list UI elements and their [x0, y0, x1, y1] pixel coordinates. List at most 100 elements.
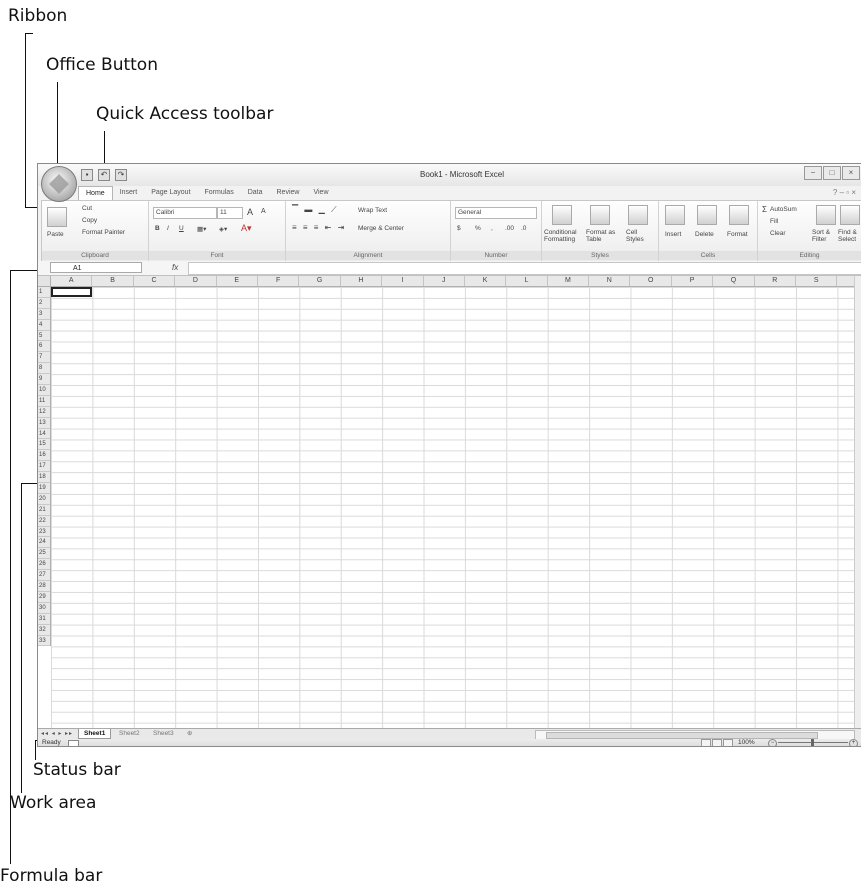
column-header[interactable]: O [630, 276, 672, 286]
column-header[interactable]: A [51, 276, 93, 286]
zoom-out-icon[interactable]: − [768, 739, 777, 746]
column-header[interactable]: R [755, 276, 797, 286]
format-table-button[interactable]: Format as Table [586, 229, 620, 243]
row-header[interactable]: 7 [38, 352, 50, 364]
row-header[interactable]: 27 [38, 570, 50, 582]
font-color-icon[interactable]: A▾ [241, 223, 252, 234]
merge-center-button[interactable]: Merge & Center [358, 225, 404, 232]
grow-font-button[interactable]: A [247, 207, 253, 217]
borders-icon[interactable]: ▦▾ [197, 225, 206, 233]
cell-styles-icon[interactable] [628, 205, 648, 225]
paste-button[interactable]: Paste [47, 231, 64, 238]
row-header[interactable]: 16 [38, 450, 50, 462]
maximize-button[interactable]: □ [823, 166, 841, 180]
row-header[interactable]: 8 [38, 363, 50, 375]
align-left-icons[interactable]: ≡ ≡ ≡ ⇤ ⇥ [292, 223, 346, 232]
row-header[interactable]: 24 [38, 537, 50, 549]
undo-icon[interactable]: ↶ [98, 169, 110, 181]
shrink-font-button[interactable]: A [261, 208, 266, 215]
insert-button[interactable]: Insert [665, 231, 681, 238]
column-header[interactable]: B [92, 276, 134, 286]
column-header[interactable]: M [548, 276, 590, 286]
row-header[interactable]: 25 [38, 548, 50, 560]
row-header[interactable]: 6 [38, 341, 50, 353]
close-button[interactable]: × [842, 166, 860, 180]
row-header[interactable]: 14 [38, 429, 50, 440]
column-header[interactable]: Q [713, 276, 755, 286]
cell-styles-button[interactable]: Cell Styles [626, 229, 652, 243]
tab-insert[interactable]: Insert [113, 186, 145, 200]
insert-cells-icon[interactable] [665, 205, 685, 225]
normal-view-button[interactable] [701, 739, 711, 746]
zoom-in-icon[interactable]: + [849, 739, 858, 746]
conditional-formatting-button[interactable]: Conditional Formatting [544, 229, 582, 243]
formula-input[interactable] [188, 262, 861, 275]
wrap-text-button[interactable]: Wrap Text [358, 207, 387, 214]
find-select-icon[interactable] [840, 205, 860, 225]
tab-data[interactable]: Data [241, 186, 270, 200]
tab-home[interactable]: Home [78, 186, 113, 201]
delete-cells-icon[interactable] [697, 205, 717, 225]
active-cell[interactable] [51, 287, 92, 297]
tab-formulas[interactable]: Formulas [198, 186, 241, 200]
tab-page-layout[interactable]: Page Layout [144, 186, 197, 200]
row-header[interactable]: 10 [38, 385, 50, 396]
underline-button[interactable]: U [179, 225, 184, 232]
row-header[interactable]: 18 [38, 472, 50, 484]
row-header[interactable]: 33 [38, 636, 50, 647]
column-header[interactable]: J [424, 276, 465, 286]
delete-button[interactable]: Delete [695, 231, 714, 238]
row-header[interactable]: 1 [38, 287, 50, 298]
sheet-tab-sheet2[interactable]: Sheet2 [114, 729, 145, 738]
redo-icon[interactable]: ↷ [115, 169, 127, 181]
row-header[interactable]: 22 [38, 516, 50, 527]
sheet-tab-sheet3[interactable]: Sheet3 [148, 729, 179, 738]
column-header[interactable]: D [175, 276, 217, 286]
row-header[interactable]: 21 [38, 505, 50, 516]
row-header[interactable]: 29 [38, 592, 50, 603]
paste-icon[interactable] [47, 207, 67, 227]
align-top-icons[interactable]: ▔ ▬ ▁ ⟋ [292, 205, 339, 215]
column-header[interactable]: F [258, 276, 300, 286]
conditional-formatting-icon[interactable] [552, 205, 572, 225]
row-header[interactable]: 17 [38, 461, 50, 473]
page-layout-view-button[interactable] [712, 739, 722, 746]
sheet-nav-icons[interactable]: ◂◂ ◂ ▸ ▸▸ [41, 730, 73, 737]
font-name-select[interactable]: Calibri [153, 207, 217, 219]
row-header[interactable]: 28 [38, 581, 50, 592]
copy-button[interactable]: Copy [82, 217, 97, 224]
row-header[interactable]: 4 [38, 320, 50, 331]
vertical-scrollbar[interactable] [854, 276, 861, 728]
font-size-select[interactable]: 11 [217, 207, 243, 219]
zoom-thumb[interactable] [811, 739, 814, 746]
name-box[interactable]: A1 [50, 262, 142, 273]
row-header[interactable]: 15 [38, 439, 50, 451]
italic-button[interactable]: I [167, 225, 169, 232]
decrease-decimal-button[interactable]: .0 [521, 225, 526, 232]
clear-button[interactable]: Clear [770, 230, 786, 237]
currency-button[interactable]: $ [457, 225, 461, 232]
column-header[interactable]: G [299, 276, 341, 286]
percent-button[interactable]: % [475, 225, 481, 232]
format-cells-icon[interactable] [729, 205, 749, 225]
row-header[interactable]: 13 [38, 418, 50, 429]
format-button[interactable]: Format [727, 231, 748, 238]
macro-record-icon[interactable] [68, 740, 79, 746]
fill-color-icon[interactable]: ◈▾ [219, 225, 227, 233]
row-header[interactable]: 20 [38, 494, 50, 505]
row-header[interactable]: 2 [38, 298, 50, 309]
cut-button[interactable]: Cut [82, 205, 92, 212]
row-header[interactable]: 26 [38, 559, 50, 571]
column-header[interactable]: E [217, 276, 258, 286]
column-header[interactable]: L [506, 276, 548, 286]
row-header[interactable]: 3 [38, 309, 50, 320]
select-all-corner[interactable] [38, 276, 51, 287]
zoom-level[interactable]: 100% [738, 739, 755, 746]
page-break-view-button[interactable] [723, 739, 733, 746]
row-header[interactable]: 11 [38, 396, 50, 407]
row-header[interactable]: 9 [38, 374, 50, 386]
insert-sheet-icon[interactable]: ⊕ [182, 729, 197, 738]
save-icon[interactable]: ▪ [81, 169, 93, 181]
format-painter-button[interactable]: Format Painter [82, 229, 125, 236]
row-header[interactable]: 32 [38, 625, 50, 636]
